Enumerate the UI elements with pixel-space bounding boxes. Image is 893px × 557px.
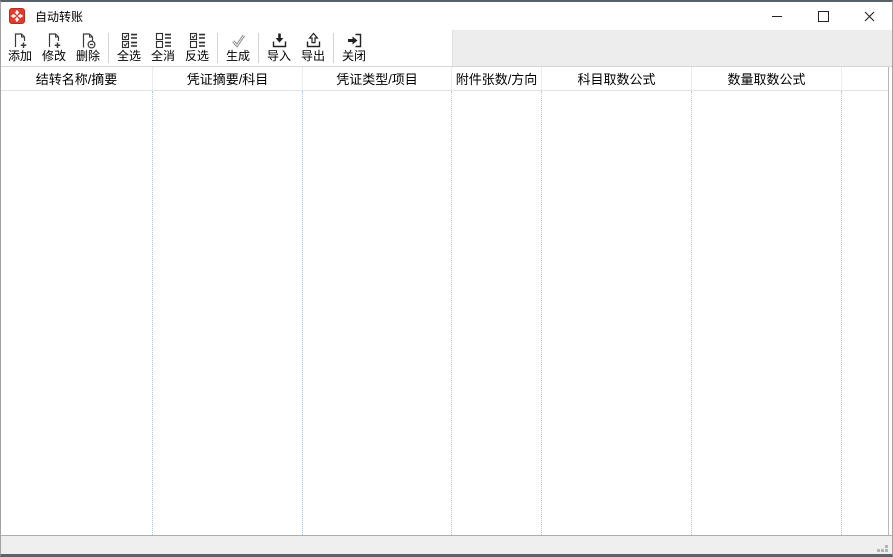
- window-title: 自动转账: [35, 8, 83, 25]
- toolbar-group-close: 关闭: [337, 30, 371, 66]
- table-body-column: [542, 91, 692, 535]
- select-all-icon: [121, 32, 138, 49]
- toolbar-separator: [217, 33, 218, 63]
- delete-label: 删除: [76, 49, 100, 63]
- select-all-button[interactable]: 全选: [112, 31, 146, 66]
- resize-grip[interactable]: [877, 545, 889, 553]
- transfer-table: 结转名称/摘要 凭证摘要/科目 凭证类型/项目 附件张数/方向 科目取数公式 数…: [1, 67, 889, 535]
- delete-button[interactable]: 删除: [71, 31, 105, 66]
- import-label: 导入: [267, 49, 291, 63]
- clear-selection-label: 全消: [151, 49, 175, 63]
- column-header-voucher-type[interactable]: 凭证类型/项目: [303, 67, 452, 90]
- auto-transfer-window: 自动转账 添加: [0, 0, 893, 557]
- close-button[interactable]: [846, 2, 892, 30]
- generate-label: 生成: [226, 49, 250, 63]
- toolbar-group-generate: 生成: [221, 30, 255, 66]
- export-label: 导出: [301, 49, 325, 63]
- toolbar-group-selection: 全选 全消: [112, 30, 214, 66]
- invert-selection-label: 反选: [185, 49, 209, 63]
- table-header-row: 结转名称/摘要 凭证摘要/科目 凭证类型/项目 附件张数/方向 科目取数公式 数…: [1, 67, 888, 91]
- window-controls: [754, 2, 892, 30]
- add-record-icon: [12, 32, 29, 49]
- status-bar: [1, 536, 892, 555]
- toolbar-group-transfer: 导入 导出: [262, 30, 330, 66]
- table-body-column: [1, 91, 153, 535]
- column-header-quantity-formula[interactable]: 数量取数公式: [692, 67, 842, 90]
- edit-button[interactable]: 修改: [37, 31, 71, 66]
- toolbar-separator: [258, 33, 259, 63]
- titlebar: 自动转账: [1, 2, 892, 30]
- invert-selection-icon: [189, 32, 206, 49]
- edit-label: 修改: [42, 49, 66, 63]
- table-body-column: [842, 91, 888, 535]
- toolbar-empty-area: [453, 30, 892, 66]
- table-body-column: [303, 91, 452, 535]
- minimize-icon: [772, 16, 782, 17]
- clear-selection-icon: [155, 32, 172, 49]
- delete-record-icon: [80, 32, 97, 49]
- import-icon: [271, 32, 288, 49]
- generate-check-icon: [230, 32, 247, 49]
- close-panel-button[interactable]: 关闭: [337, 31, 371, 66]
- add-label: 添加: [8, 49, 32, 63]
- column-header-attachment-direction[interactable]: 附件张数/方向: [452, 67, 542, 90]
- close-icon: [864, 11, 875, 22]
- transfer-app-icon: [9, 8, 25, 24]
- toolbar: 添加 修改 删除: [1, 30, 892, 67]
- column-header-empty: [842, 67, 888, 90]
- edit-record-icon: [46, 32, 63, 49]
- toolbar-separator: [333, 33, 334, 63]
- toolbar-separator: [108, 33, 109, 63]
- add-button[interactable]: 添加: [3, 31, 37, 66]
- generate-button[interactable]: 生成: [221, 31, 255, 66]
- import-button[interactable]: 导入: [262, 31, 296, 66]
- invert-selection-button[interactable]: 反选: [180, 31, 214, 66]
- maximize-icon: [818, 11, 829, 22]
- maximize-button[interactable]: [800, 2, 846, 30]
- export-button[interactable]: 导出: [296, 31, 330, 66]
- table-body-column: [692, 91, 842, 535]
- column-header-transfer-name[interactable]: 结转名称/摘要: [1, 67, 153, 90]
- table-body-column: [153, 91, 303, 535]
- toolbar-group-edit: 添加 修改 删除: [3, 30, 105, 66]
- minimize-button[interactable]: [754, 2, 800, 30]
- column-header-voucher-summary[interactable]: 凭证摘要/科目: [153, 67, 303, 90]
- close-panel-icon: [346, 32, 363, 49]
- clear-selection-button[interactable]: 全消: [146, 31, 180, 66]
- export-icon: [305, 32, 322, 49]
- table-body-column: [452, 91, 542, 535]
- close-panel-label: 关闭: [342, 49, 366, 63]
- table-body-empty: [1, 91, 888, 535]
- toolbar-panel: 添加 修改 删除: [1, 30, 453, 66]
- select-all-label: 全选: [117, 49, 141, 63]
- column-header-account-formula[interactable]: 科目取数公式: [542, 67, 692, 90]
